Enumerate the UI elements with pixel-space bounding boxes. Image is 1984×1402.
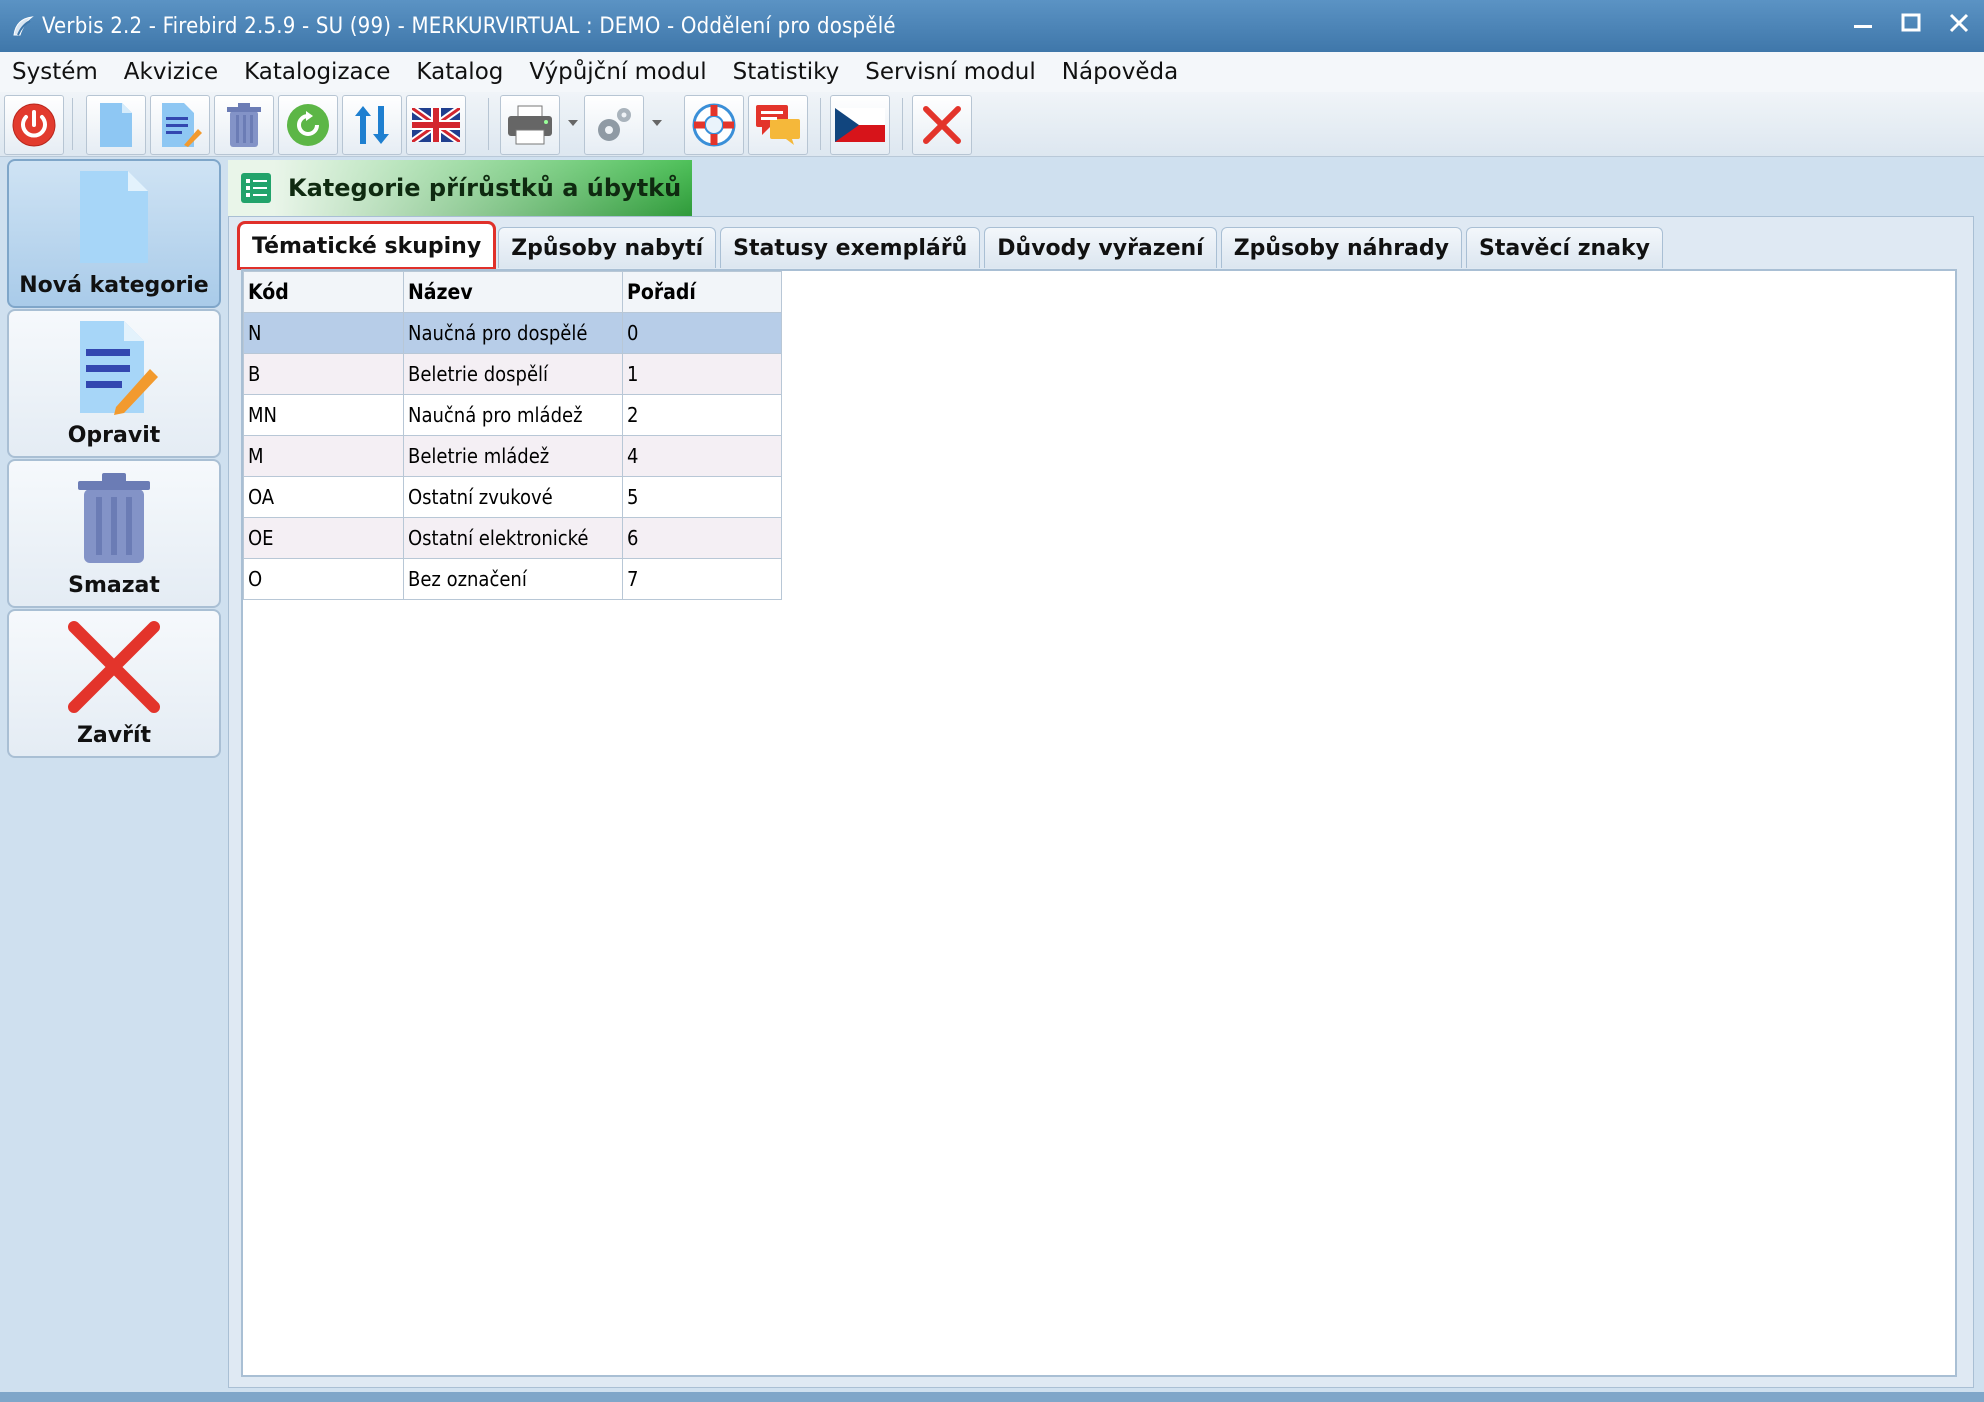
menu-vypujcni-modul[interactable]: Výpůjční modul (517, 59, 720, 85)
window-title: Verbis 2.2 - Firebird 2.5.9 - SU (99) - … (42, 13, 896, 39)
menu-napoveda[interactable]: Nápověda (1050, 59, 1192, 85)
edit-button[interactable]: Opravit (7, 309, 221, 458)
column-header-nazev[interactable]: Název (403, 271, 623, 313)
cell-kod[interactable]: N (243, 312, 404, 354)
table-row[interactable]: OA Ostatní zvukové 5 (243, 476, 782, 518)
menu-katalog[interactable]: Katalog (404, 59, 517, 85)
czech-flag-icon[interactable] (830, 95, 890, 155)
cell-nazev[interactable]: Naučná pro dospělé (403, 312, 623, 354)
trash-icon (9, 469, 219, 565)
tab-duvody-vyrazeni[interactable]: Důvody vyřazení (984, 227, 1217, 268)
column-header-poradi[interactable]: Pořadí (622, 271, 782, 313)
close-button[interactable]: Zavřít (7, 609, 221, 758)
menu-katalogizace[interactable]: Katalogizace (232, 59, 404, 85)
cell-nazev[interactable]: Beletrie mládež (403, 435, 623, 477)
table-row[interactable]: O Bez označení 7 (243, 558, 782, 600)
cell-kod[interactable]: B (243, 353, 404, 395)
close-label: Zavřít (76, 723, 152, 748)
delete-button[interactable]: Smazat (7, 459, 221, 608)
cell-kod[interactable]: O (243, 558, 404, 600)
gear-dropdown-icon[interactable] (650, 95, 664, 153)
menu-statistiky[interactable]: Statistiky (721, 59, 854, 85)
action-panel: Nová kategorie Opravit Smazat Zavřít (0, 157, 224, 1392)
menu-akvizice[interactable]: Akvizice (112, 59, 232, 85)
title-bar: Verbis 2.2 - Firebird 2.5.9 - SU (99) - … (0, 0, 1984, 52)
lifebuoy-icon[interactable] (684, 95, 744, 155)
cell-kod[interactable]: OA (243, 476, 404, 518)
tab-statusy-exemplaru[interactable]: Statusy exemplářů (720, 227, 981, 268)
new-document-icon (9, 169, 219, 265)
gear-icon[interactable] (584, 95, 644, 155)
edit-document-icon[interactable] (150, 95, 210, 155)
edit-label: Opravit (67, 423, 161, 448)
tab-stavici-znaky[interactable]: Stavěcí znaky (1465, 227, 1663, 268)
new-document-icon[interactable] (86, 95, 146, 155)
table-header-row: Kód Název Pořadí (243, 271, 782, 313)
close-x-icon[interactable] (912, 95, 972, 155)
maximize-icon[interactable] (1896, 8, 1926, 38)
sort-arrows-icon[interactable] (342, 95, 402, 155)
cell-poradi[interactable]: 5 (622, 476, 782, 518)
cell-nazev[interactable]: Naučná pro mládež (403, 394, 623, 436)
table-row[interactable]: OE Ostatní elektronické 6 (243, 517, 782, 559)
table-row[interactable]: M Beletrie mládež 4 (243, 435, 782, 477)
app-logo-icon (8, 11, 38, 41)
close-x-icon (9, 619, 219, 715)
edit-document-icon (9, 319, 219, 415)
printer-icon[interactable] (500, 95, 560, 155)
cell-kod[interactable]: M (243, 435, 404, 477)
toolbar (0, 92, 1984, 157)
form-title: Kategorie přírůstků a úbytků (288, 174, 682, 202)
app-window: Verbis 2.2 - Firebird 2.5.9 - SU (99) - … (0, 0, 1984, 1402)
printer-dropdown-icon[interactable] (566, 95, 580, 153)
bottom-border (0, 1392, 1984, 1402)
cell-poradi[interactable]: 2 (622, 394, 782, 436)
content-frame: Tématické skupiny Způsoby nabytí Statusy… (228, 216, 1974, 1388)
cell-nazev[interactable]: Ostatní elektronické (403, 517, 623, 559)
menu-bar: Systém Akvizice Katalogizace Katalog Výp… (0, 52, 1984, 93)
tab-zpusoby-nahrady[interactable]: Způsoby náhrady (1220, 227, 1462, 268)
cell-poradi[interactable]: 1 (622, 353, 782, 395)
tab-strip: Tématické skupiny Způsoby nabytí Statusy… (236, 221, 1667, 270)
tab-tematicke-skupiny[interactable]: Tématické skupiny (236, 221, 497, 270)
tab-zpusoby-nabyti[interactable]: Způsoby nabytí (498, 227, 717, 268)
cell-kod[interactable]: MN (243, 394, 404, 436)
list-icon (240, 172, 272, 204)
cell-poradi[interactable]: 4 (622, 435, 782, 477)
power-icon[interactable] (4, 95, 64, 155)
refresh-icon[interactable] (278, 95, 338, 155)
minimize-icon[interactable] (1848, 8, 1878, 38)
cell-poradi[interactable]: 6 (622, 517, 782, 559)
new-category-button[interactable]: Nová kategorie (7, 159, 221, 308)
cell-kod[interactable]: OE (243, 517, 404, 559)
column-header-kod[interactable]: Kód (243, 271, 404, 313)
table-row[interactable]: N Naučná pro dospělé 0 (243, 312, 782, 354)
main-area: Kategorie přírůstků a úbytků Tématické s… (224, 157, 1976, 1392)
cell-poradi[interactable]: 0 (622, 312, 782, 354)
cell-poradi[interactable]: 7 (622, 558, 782, 600)
menu-servisni-modul[interactable]: Servisní modul (853, 59, 1050, 85)
cell-nazev[interactable]: Bez označení (403, 558, 623, 600)
table-row[interactable]: B Beletrie dospělí 1 (243, 353, 782, 395)
menu-system[interactable]: Systém (0, 59, 112, 85)
data-table: Kód Název Pořadí N Naučná pro dospělé 0 … (243, 271, 782, 600)
delete-label: Smazat (68, 573, 160, 598)
chat-icon[interactable] (748, 95, 808, 155)
uk-flag-icon[interactable] (406, 95, 466, 155)
trash-icon[interactable] (214, 95, 274, 155)
new-category-label: Nová kategorie (19, 273, 209, 298)
cell-nazev[interactable]: Ostatní zvukové (403, 476, 623, 518)
form-tab[interactable]: Kategorie přírůstků a úbytků (228, 160, 692, 216)
cell-nazev[interactable]: Beletrie dospělí (403, 353, 623, 395)
table-row[interactable]: MN Naučná pro mládež 2 (243, 394, 782, 436)
close-window-icon[interactable] (1944, 8, 1974, 38)
data-grid[interactable]: Kód Název Pořadí N Naučná pro dospělé 0 … (241, 269, 1957, 1377)
